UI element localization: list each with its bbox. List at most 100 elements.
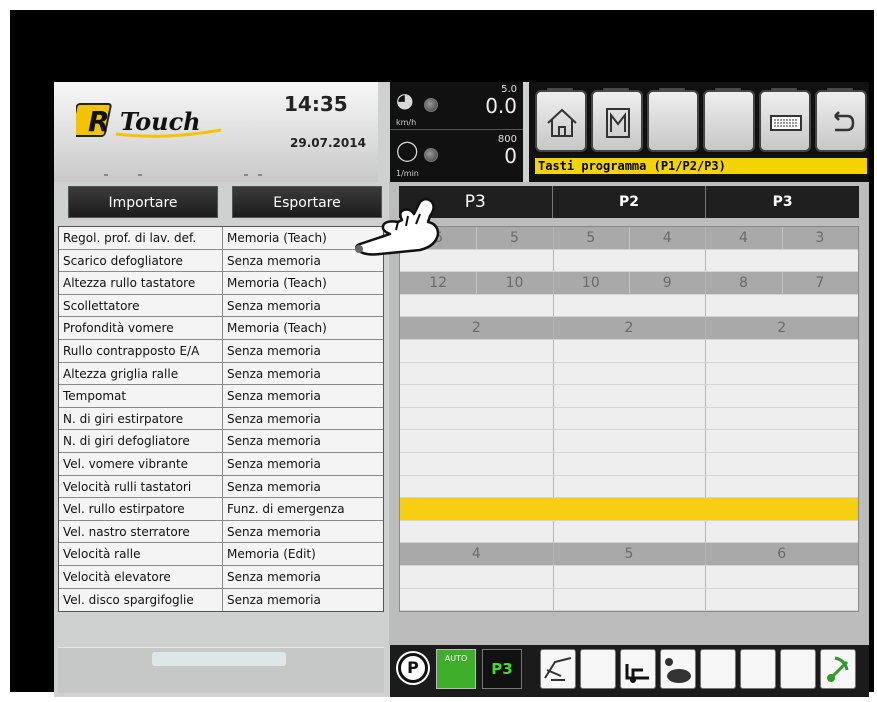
- grid-row[interactable]: [400, 588, 858, 612]
- grid-value[interactable]: 8: [719, 272, 769, 294]
- memory-button[interactable]: [591, 88, 643, 152]
- table-row[interactable]: Vel. nastro sterratore Senza memoria: [59, 520, 383, 544]
- table-row[interactable]: Vel. rullo estirpatore Funz. di emergenza: [59, 498, 383, 521]
- rpm-value: 0: [504, 144, 517, 168]
- memory-mode[interactable]: Senza memoria: [223, 520, 383, 543]
- grid-separator: [705, 452, 707, 475]
- table-row[interactable]: Velocità rulli tastatori Senza memoria: [59, 475, 383, 499]
- keyboard-button[interactable]: [759, 88, 811, 152]
- trailer-icon[interactable]: [620, 649, 656, 689]
- table-row[interactable]: N. di giri defogliatore Senza memoria: [59, 430, 383, 453]
- table-row[interactable]: Velocità elevatore Senza memoria: [59, 565, 383, 589]
- status-slot-2[interactable]: [580, 649, 616, 689]
- table-row[interactable]: Rullo contrapposto E/A Senza memoria: [59, 339, 383, 363]
- grid-row[interactable]: 2 2 2: [400, 317, 858, 340]
- grid-separator: [476, 566, 477, 588]
- grid-value[interactable]: 5: [566, 227, 616, 249]
- harvester-icon[interactable]: [540, 649, 576, 689]
- grid-value[interactable]: 10: [490, 272, 540, 294]
- grid-separator: [552, 475, 554, 498]
- table-row[interactable]: Scarico defogliatore Senza memoria: [59, 249, 383, 273]
- grid-value[interactable]: 2: [604, 317, 654, 339]
- turtle-icon[interactable]: [660, 649, 696, 689]
- grid-separator: [552, 430, 554, 452]
- satellite-icon[interactable]: [820, 649, 856, 689]
- status-slot-7[interactable]: [780, 649, 816, 689]
- grid-value[interactable]: 4: [451, 543, 501, 565]
- memory-mode[interactable]: Senza memoria: [223, 385, 383, 407]
- grid-row[interactable]: [400, 565, 858, 589]
- table-row[interactable]: Regol. prof. di lav. def. Memoria (Teach): [59, 227, 383, 250]
- memory-mode[interactable]: Memoria (Edit): [223, 543, 383, 565]
- grid-row[interactable]: [400, 430, 858, 453]
- tab-p2[interactable]: P2: [553, 186, 707, 218]
- memory-mode[interactable]: Senza memoria: [223, 588, 383, 612]
- grid-row[interactable]: 655443: [400, 227, 858, 250]
- memory-mode[interactable]: Senza memoria: [223, 452, 383, 475]
- table-row[interactable]: Altezza griglia ralle Senza memoria: [59, 362, 383, 386]
- memory-mode[interactable]: Funz. di emergenza: [223, 498, 383, 520]
- grid-separator: [476, 385, 477, 407]
- grid-separator: [782, 340, 783, 362]
- grid-row[interactable]: [400, 407, 858, 431]
- status-slot-5[interactable]: [700, 649, 736, 689]
- grid-value[interactable]: 4: [719, 227, 769, 249]
- memory-mode[interactable]: Senza memoria: [223, 430, 383, 452]
- grid-row[interactable]: [400, 294, 858, 318]
- grid-value[interactable]: 7: [795, 272, 845, 294]
- grid-value[interactable]: 12: [413, 272, 463, 294]
- speedometer-icon: ◕: [396, 88, 414, 112]
- grid-row[interactable]: 12 10 10 9 8 7: [400, 272, 858, 295]
- grid-row[interactable]: [400, 385, 858, 408]
- grid-value[interactable]: 3: [795, 227, 845, 249]
- table-row[interactable]: Scollettatore Senza memoria: [59, 294, 383, 318]
- grid-row[interactable]: [400, 452, 858, 476]
- table-row[interactable]: Vel. disco spargifoglie Senza memoria: [59, 588, 383, 612]
- grid-value[interactable]: 5: [604, 543, 654, 565]
- grid-value[interactable]: 9: [642, 272, 692, 294]
- function-name: Scollettatore: [59, 294, 223, 317]
- grid-row[interactable]: [400, 498, 858, 521]
- table-row[interactable]: Tempomat Senza memoria: [59, 385, 383, 408]
- home-button[interactable]: [535, 88, 587, 152]
- table-row[interactable]: Profondità vomere Memoria (Teach): [59, 317, 383, 340]
- table-row[interactable]: N. di giri estirpatore Senza memoria: [59, 407, 383, 431]
- memory-mode[interactable]: Senza memoria: [223, 339, 383, 362]
- tab-p3-right[interactable]: P3: [706, 186, 859, 218]
- status-slot-6[interactable]: [740, 649, 776, 689]
- toolbar-button-3[interactable]: [647, 88, 699, 152]
- table-row[interactable]: Velocità ralle Memoria (Edit): [59, 543, 383, 566]
- grid-separator: [705, 430, 707, 452]
- memory-mode[interactable]: Senza memoria: [223, 565, 383, 588]
- grid-value[interactable]: 6: [757, 543, 807, 565]
- grid-separator: [552, 385, 554, 407]
- grid-value[interactable]: 10: [566, 272, 616, 294]
- auto-mode-button[interactable]: AUTO: [436, 649, 476, 689]
- import-button[interactable]: Importare: [68, 186, 218, 218]
- grid-value[interactable]: 2: [757, 317, 807, 339]
- grid-separator: [552, 339, 554, 362]
- memory-mode[interactable]: Senza memoria: [223, 407, 383, 430]
- grid-row[interactable]: [400, 362, 858, 386]
- grid-value[interactable]: 4: [642, 227, 692, 249]
- memory-mode[interactable]: Memoria (Teach): [223, 317, 383, 339]
- memory-mode[interactable]: Memoria (Teach): [223, 272, 383, 294]
- grid-row[interactable]: 4 5 6: [400, 543, 858, 566]
- grid-row[interactable]: [400, 520, 858, 544]
- back-button[interactable]: [815, 88, 867, 152]
- memory-mode[interactable]: Senza memoria: [223, 475, 383, 498]
- toolbar-button-4[interactable]: [703, 88, 755, 152]
- grid-value[interactable]: 2: [451, 317, 501, 339]
- clock: 14:35: [284, 92, 348, 116]
- grid-row[interactable]: [400, 249, 858, 273]
- table-row[interactable]: Vel. vomere vibrante Senza memoria: [59, 452, 383, 476]
- grid-row[interactable]: [400, 339, 858, 363]
- memory-mode[interactable]: Senza memoria: [223, 294, 383, 317]
- grid-row[interactable]: [400, 475, 858, 499]
- grid-value[interactable]: 5: [490, 227, 540, 249]
- grid-separator: [476, 521, 477, 543]
- function-name: Scarico defogliatore: [59, 249, 223, 272]
- back-icon: [834, 111, 855, 132]
- memory-mode[interactable]: Senza memoria: [223, 362, 383, 385]
- table-row[interactable]: Altezza rullo tastatore Memoria (Teach): [59, 272, 383, 295]
